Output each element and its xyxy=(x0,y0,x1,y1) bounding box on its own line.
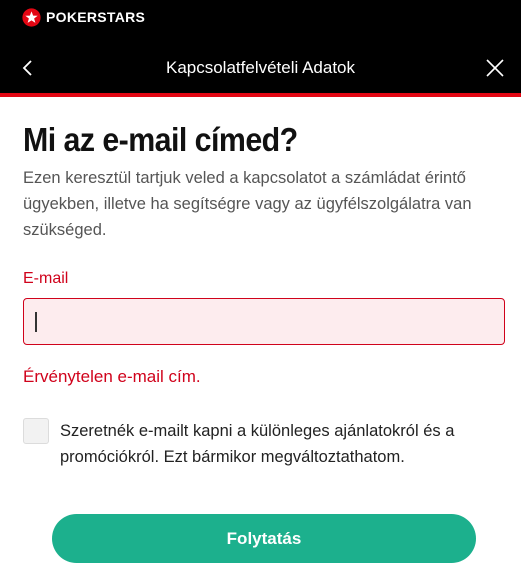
email-input[interactable] xyxy=(23,298,505,345)
close-button[interactable] xyxy=(483,56,507,80)
email-label: E-mail xyxy=(23,270,69,287)
text-cursor xyxy=(35,312,37,332)
brand-name: POKERSTARS xyxy=(46,9,146,25)
marketing-opt-in: Szeretnék e-mailt kapni a különleges ajá… xyxy=(23,418,505,470)
close-icon xyxy=(486,59,504,77)
form-subtitle: Ezen keresztül tartjuk veled a kapcsolat… xyxy=(23,169,472,239)
marketing-checkbox[interactable] xyxy=(23,418,49,444)
marketing-checkbox-label[interactable]: Szeretnék e-mailt kapni a különleges ajá… xyxy=(60,418,505,470)
back-button[interactable] xyxy=(16,56,40,80)
app-header: POKERSTARS Kapcsolatfelvételi Adatok xyxy=(0,0,521,93)
star-logo-icon xyxy=(22,7,41,27)
email-form: Mi az e-mail címed? Ezen keresztül tartj… xyxy=(23,120,505,466)
email-error-message: Érvénytelen e-mail cím. xyxy=(23,367,201,386)
page-title: Kapcsolatfelvételi Adatok xyxy=(165,58,355,77)
nav-bar: Kapcsolatfelvételi Adatok xyxy=(0,48,521,88)
chevron-left-icon xyxy=(22,60,32,76)
form-heading: Mi az e-mail címed? xyxy=(23,121,298,158)
header-accent-line xyxy=(0,93,521,97)
brand-logo: POKERSTARS xyxy=(22,7,145,27)
continue-button[interactable]: Folytatás xyxy=(52,514,476,563)
